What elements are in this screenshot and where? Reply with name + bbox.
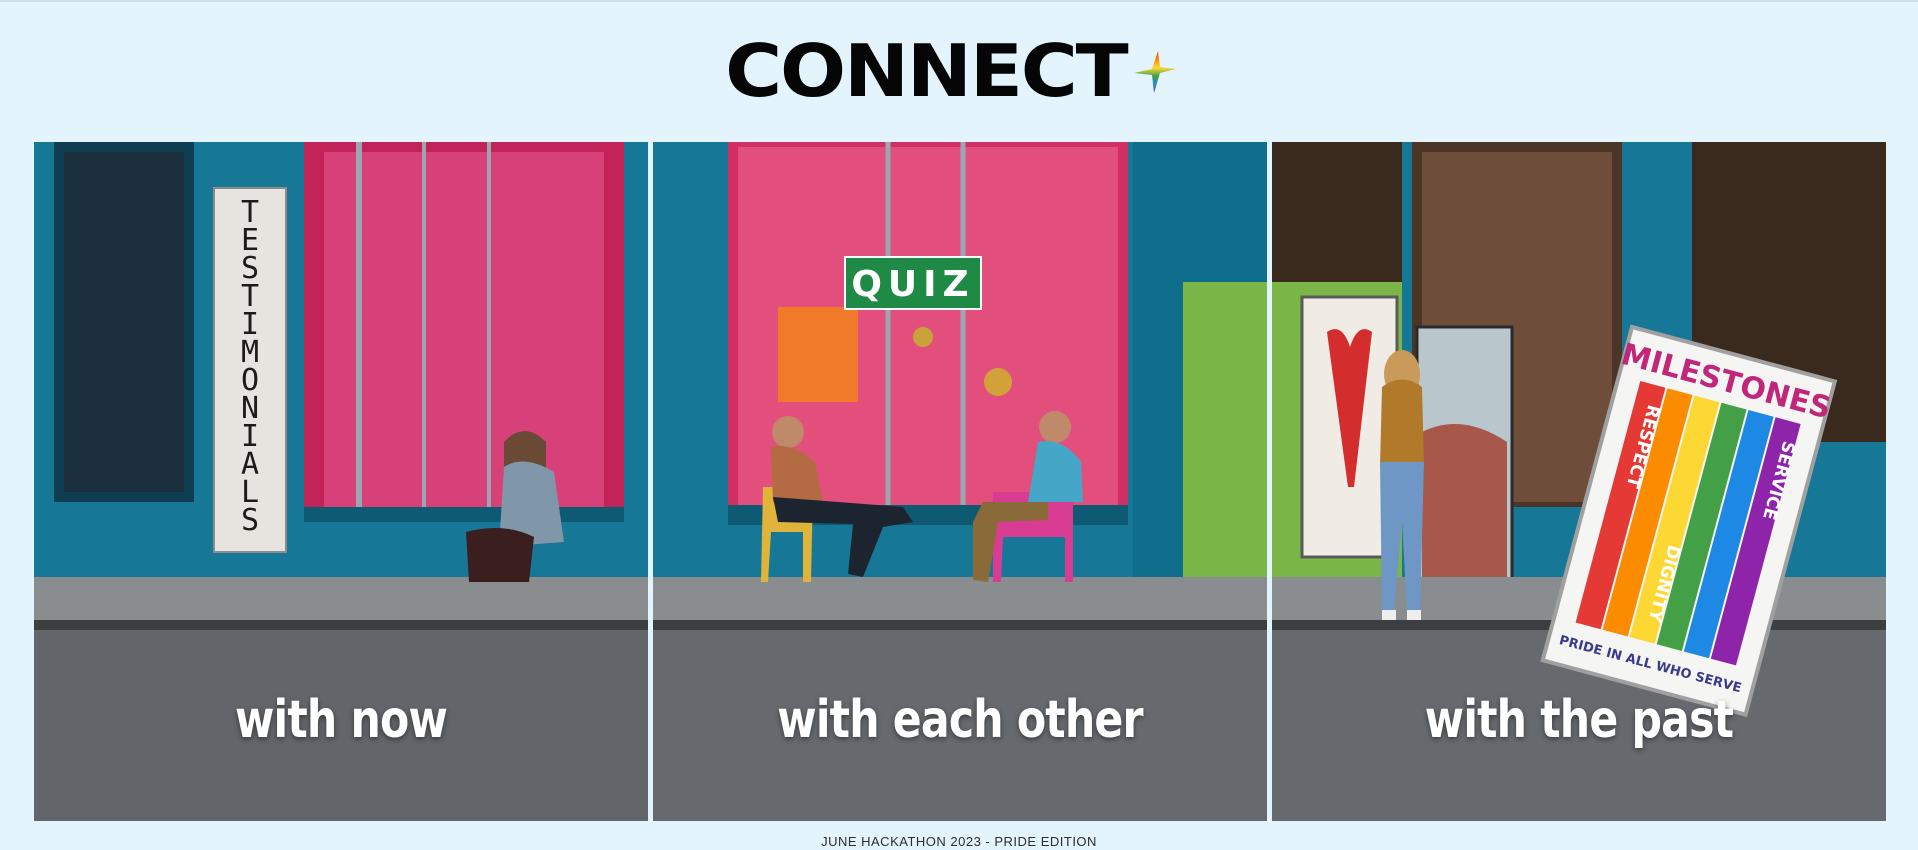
rainbow-sparkle-icon — [1133, 51, 1176, 93]
panel-with-now[interactable]: TESTIMONIALS with now — [34, 142, 648, 821]
footer-text: JUNE HACKATHON 2023 - PRIDE EDITION — [821, 834, 1097, 849]
testimonials-sign: TESTIMONIALS — [241, 195, 259, 538]
caption-with-the-past: with the past — [1424, 690, 1734, 750]
testimonials-sign-letter: S — [241, 503, 259, 538]
svg-text:TESTIMONIALS: TESTIMONIALS — [241, 195, 259, 538]
panel-with-each-other[interactable]: QUIZ with each other — [653, 142, 1267, 821]
panel-gallery: TESTIMONIALS with now QUIZ with each oth… — [34, 142, 1886, 821]
page-title: CONNECT — [725, 29, 1129, 113]
panel-with-the-past[interactable]: MILESTONES PRIDE IN ALL WHO SERVE RESPEC… — [1272, 142, 1886, 821]
header: CONNECT — [0, 2, 1918, 140]
caption-with-now: with now — [234, 690, 448, 750]
caption-with-each-other: with each other — [777, 690, 1143, 750]
quiz-sign: QUIZ — [851, 264, 974, 305]
